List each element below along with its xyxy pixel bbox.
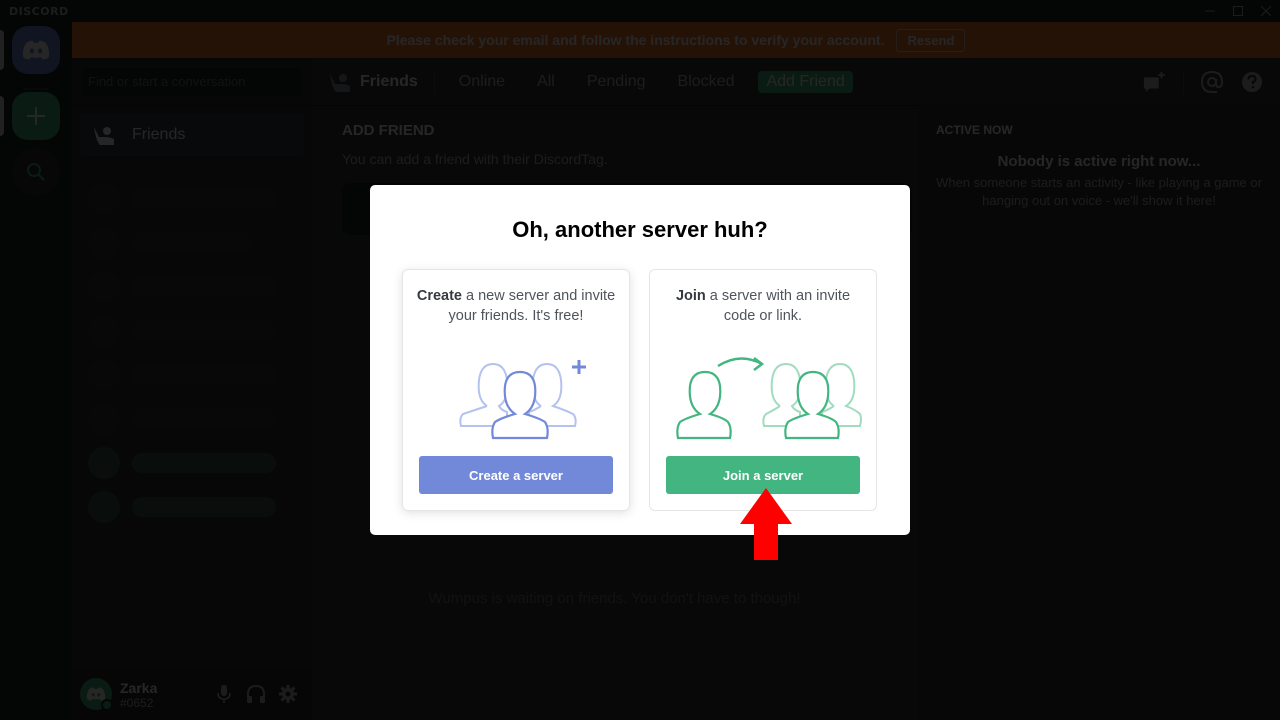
join-server-card: Join a server with an invite code or lin… bbox=[649, 269, 877, 511]
discord-app: DISCORD Please check your email and foll bbox=[0, 0, 1280, 720]
create-server-button[interactable]: Create a server bbox=[419, 456, 613, 494]
annotation-arrow-icon bbox=[740, 488, 792, 560]
join-description: Join a server with an invite code or lin… bbox=[675, 288, 851, 324]
create-server-card: Create a new server and invite your frie… bbox=[402, 269, 630, 511]
join-server-illustration-icon bbox=[676, 357, 862, 440]
create-or-join-modal: Oh, another server huh? Create a new ser… bbox=[370, 185, 910, 535]
create-server-illustration-icon bbox=[459, 360, 586, 440]
create-description: Create a new server and invite your frie… bbox=[416, 288, 616, 324]
modal-title: Oh, another server huh? bbox=[512, 217, 768, 242]
